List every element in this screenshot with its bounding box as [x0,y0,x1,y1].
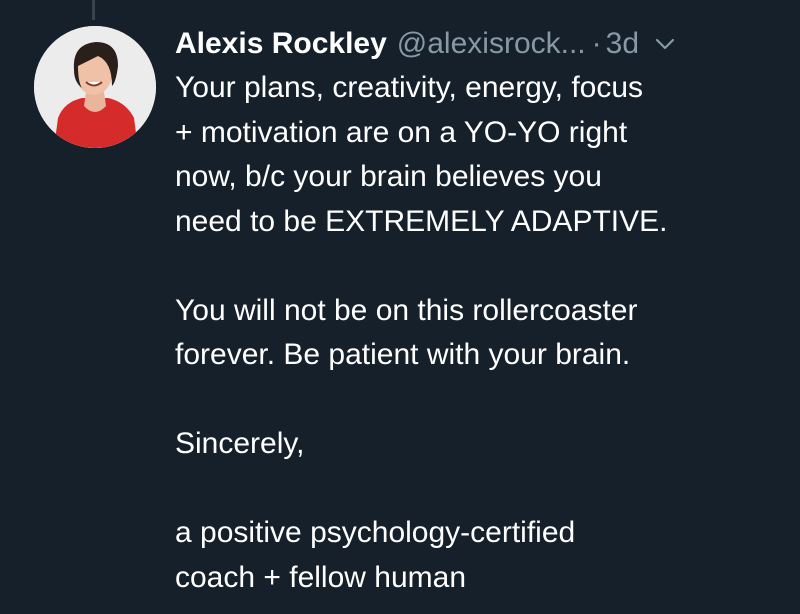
tweet-text-line: You will not be on this rollercoaster [175,293,638,327]
paragraph-break [175,244,785,289]
tweet-text: Your plans, creativity, energy, focus + … [175,66,785,600]
tweet-header: Alexis Rockley @alexisrock... · 3d [175,22,785,66]
chevron-down-icon[interactable] [651,30,679,58]
tweet-text-line: Your plans, creativity, energy, focus [175,71,644,104]
avatar[interactable] [34,26,156,148]
tweet-text-line: coach + fellow human [175,560,467,594]
tweet-text-line: a positive psychology-certified [175,516,576,549]
tweet-text-line: need to be EXTREMELY ADAPTIVE. [175,204,668,238]
author-name[interactable]: Alexis Rockley [175,22,387,66]
tweet-text-line: forever. Be patient with your brain. [175,338,631,371]
paragraph-break [175,467,785,512]
separator-dot: · [591,27,602,60]
tweet-text-line: + motivation are on a YO-YO right [175,115,628,149]
paragraph-break [175,378,785,423]
tweet-text-line: Sincerely, [175,427,305,460]
tweet-text-line: now, b/c your brain believes you [175,160,602,193]
thread-connector-line [92,0,95,20]
tweet-timestamp[interactable]: 3d [606,22,639,66]
author-handle[interactable]: @alexisrock... [397,22,586,66]
avatar-photo [34,26,156,148]
tweet[interactable]: Alexis Rockley @alexisrock... · 3d Your … [175,22,785,600]
